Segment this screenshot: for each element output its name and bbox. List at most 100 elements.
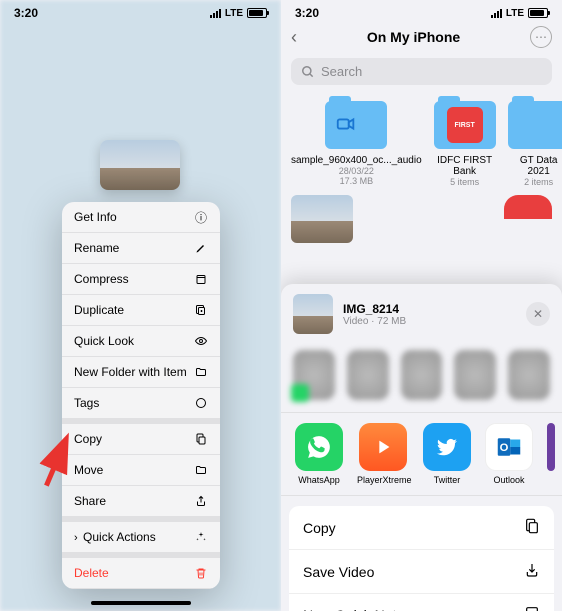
menu-label: Share — [74, 494, 106, 508]
share-title: IMG_8214 — [343, 302, 516, 316]
menu-delete[interactable]: Delete — [62, 553, 220, 589]
menu-label: Rename — [74, 241, 119, 255]
menu-new-folder[interactable]: New Folder with Item — [62, 357, 220, 388]
folder-name: GT Data 2021 — [508, 155, 562, 177]
network-label: LTE — [506, 8, 524, 19]
menu-label: Copy — [74, 432, 102, 446]
nav-title: On My iPhone — [367, 29, 460, 45]
app-whatsapp[interactable]: WhatsApp — [295, 423, 343, 485]
idfc-icon: FIRST — [434, 101, 496, 149]
more-button[interactable]: ⋯ — [530, 26, 552, 48]
action-label: Copy — [303, 520, 336, 536]
action-label: Save Video — [303, 564, 374, 580]
save-icon — [524, 561, 540, 582]
app-outlook[interactable]: O Outlook — [485, 423, 533, 485]
action-label: New Quick Note — [303, 607, 404, 611]
menu-label: Duplicate — [74, 303, 124, 317]
app-label: Twitter — [423, 475, 471, 485]
menu-quick-look[interactable]: Quick Look — [62, 326, 220, 357]
context-menu: Get Info ⓘ Rename Compress Duplicate — [62, 202, 220, 589]
note-icon — [524, 605, 540, 611]
app-label: PlayerXtreme — [357, 475, 409, 485]
back-button[interactable]: ‹ — [291, 27, 297, 48]
sparkle-icon — [194, 530, 208, 544]
contacts-row — [281, 344, 562, 412]
status-time: 3:20 — [295, 6, 319, 20]
app-partial[interactable] — [547, 423, 555, 485]
apps-row: WhatsApp PlayerXtreme Twitter O Outlook — [281, 412, 562, 496]
contact-item[interactable] — [454, 350, 496, 400]
action-new-quick-note[interactable]: New Quick Note — [289, 594, 554, 611]
search-icon — [301, 65, 315, 79]
share-meta: Video · 72 MB — [343, 316, 516, 327]
video-icon — [335, 113, 357, 135]
second-row — [281, 187, 562, 243]
app-label: WhatsApp — [295, 475, 343, 485]
battery-icon — [247, 8, 267, 18]
menu-compress[interactable]: Compress — [62, 264, 220, 295]
menu-copy[interactable]: Copy — [62, 419, 220, 455]
app-label: Outlook — [485, 475, 533, 485]
close-button[interactable]: ✕ — [526, 302, 550, 326]
network-label: LTE — [225, 8, 243, 19]
menu-tags[interactable]: Tags — [62, 388, 220, 419]
home-indicator[interactable] — [91, 601, 191, 605]
folder-item-partial[interactable] — [504, 195, 552, 219]
eye-icon — [194, 334, 208, 348]
folder-name: IDFC FIRST Bank — [434, 155, 496, 177]
file-thumbnail[interactable] — [100, 140, 180, 190]
menu-share[interactable]: Share — [62, 486, 220, 517]
menu-duplicate[interactable]: Duplicate — [62, 295, 220, 326]
copy-icon — [524, 517, 540, 538]
signal-icon — [210, 9, 221, 18]
status-bar: 3:20 LTE — [281, 0, 562, 22]
folder-meta: 17.3 MB — [291, 176, 422, 186]
search-input[interactable]: Search — [291, 58, 552, 85]
signal-icon — [491, 9, 502, 18]
action-list: Copy Save Video New Quick Note — [289, 506, 554, 611]
play-icon — [372, 436, 394, 458]
copy-icon — [194, 432, 208, 446]
folder-grid: sample_960x400_oc..._audio 28/03/22 17.3… — [281, 91, 562, 187]
duplicate-icon — [194, 303, 208, 317]
app-playerxtreme[interactable]: PlayerXtreme — [357, 423, 409, 485]
menu-get-info[interactable]: Get Info ⓘ — [62, 202, 220, 233]
contact-item[interactable] — [401, 350, 443, 400]
menu-label: Quick Look — [74, 334, 134, 348]
nav-header: ‹ On My iPhone ⋯ — [281, 22, 562, 52]
folder-name: sample_960x400_oc..._audio — [291, 155, 422, 166]
action-copy[interactable]: Copy — [289, 506, 554, 550]
trash-icon — [194, 566, 208, 580]
menu-label: Delete — [74, 566, 109, 580]
contact-item[interactable] — [293, 350, 335, 400]
left-phone: 3:20 LTE Get Info ⓘ Rename — [0, 0, 281, 611]
right-phone: 3:20 LTE ‹ On My iPhone ⋯ Search sample_… — [281, 0, 562, 611]
share-icon — [194, 494, 208, 508]
outlook-icon: O — [494, 432, 524, 462]
contact-item[interactable] — [347, 350, 389, 400]
menu-label: Compress — [74, 272, 129, 286]
search-placeholder: Search — [321, 64, 362, 79]
action-save-video[interactable]: Save Video — [289, 550, 554, 594]
status-time: 3:20 — [14, 6, 38, 20]
folder-item-video[interactable]: sample_960x400_oc..._audio 28/03/22 17.3… — [291, 101, 422, 187]
share-header: IMG_8214 Video · 72 MB ✕ — [281, 284, 562, 344]
share-sheet: IMG_8214 Video · 72 MB ✕ WhatsApp — [281, 284, 562, 611]
menu-rename[interactable]: Rename — [62, 233, 220, 264]
share-thumbnail — [293, 294, 333, 334]
folder-item-gt[interactable]: GT Data 2021 2 items — [508, 101, 562, 187]
info-icon: ⓘ — [194, 210, 208, 224]
svg-text:O: O — [500, 442, 509, 454]
pencil-icon — [194, 241, 208, 255]
app-twitter[interactable]: Twitter — [423, 423, 471, 485]
folder-item-idfc[interactable]: FIRST IDFC FIRST Bank 5 items — [434, 101, 496, 187]
file-thumbnail[interactable] — [291, 195, 353, 243]
folder-icon — [194, 463, 208, 477]
contact-item[interactable] — [508, 350, 550, 400]
whatsapp-icon — [306, 434, 332, 460]
menu-label: Tags — [74, 396, 99, 410]
menu-quick-actions[interactable]: › Quick Actions — [62, 517, 220, 553]
twitter-icon — [435, 435, 459, 459]
folder-meta: 5 items — [434, 177, 496, 187]
menu-label: Get Info — [74, 210, 117, 224]
